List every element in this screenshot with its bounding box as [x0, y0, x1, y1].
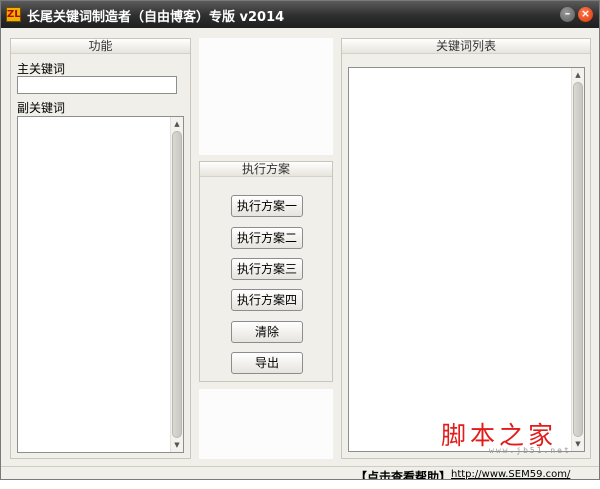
function-panel-header: 功能: [11, 39, 190, 54]
middle-top-blank: [199, 38, 333, 155]
website-link[interactable]: http://www.SEM59.com/: [451, 469, 570, 479]
sub-keyword-scrollbar[interactable]: ▲ ▼: [170, 117, 183, 452]
scroll-down-icon[interactable]: ▼: [572, 438, 584, 450]
watermark-logo: 脚本之家 www.jb51.net: [441, 422, 571, 456]
scroll-thumb[interactable]: [573, 82, 583, 437]
scheme-one-button[interactable]: 执行方案一: [231, 195, 303, 217]
keyword-list-textarea[interactable]: ▲ ▼: [348, 67, 585, 452]
watermark-url: www.jb51.net: [489, 446, 571, 455]
main-keyword-input[interactable]: [17, 76, 177, 94]
close-button[interactable]: ×: [578, 7, 593, 22]
scheme-panel-header: 执行方案: [200, 162, 332, 177]
scroll-thumb[interactable]: [172, 131, 182, 438]
main-keyword-label: 主关键词: [17, 62, 66, 76]
scroll-up-icon[interactable]: ▲: [171, 118, 183, 130]
window-title: 长尾关键词制造者（自由博客）专版 v2014: [27, 10, 285, 25]
sub-keyword-label: 副关键词: [17, 101, 66, 115]
clear-button[interactable]: 清除: [231, 321, 303, 343]
keyword-list-scrollbar[interactable]: ▲ ▼: [571, 68, 584, 451]
scroll-up-icon[interactable]: ▲: [572, 69, 584, 81]
minimize-icon: –: [564, 7, 571, 20]
title-bar[interactable]: ZL 长尾关键词制造者（自由博客）专版 v2014 – ×: [1, 1, 599, 28]
close-icon: ×: [580, 7, 591, 20]
export-button[interactable]: 导出: [231, 352, 303, 374]
scheme-three-button[interactable]: 执行方案三: [231, 258, 303, 280]
minimize-button[interactable]: –: [560, 7, 575, 22]
middle-bottom-blank: [199, 389, 333, 459]
keyword-list-header: 关键词列表: [342, 39, 590, 54]
keyword-list-panel: 关键词列表 ▲ ▼: [341, 38, 591, 459]
help-link[interactable]: 【点击查看帮助】: [355, 468, 451, 479]
scroll-down-icon[interactable]: ▼: [171, 439, 183, 451]
app-window: ZL 长尾关键词制造者（自由博客）专版 v2014 – × 功能 主关键词 副关…: [0, 0, 600, 480]
sub-keyword-textarea[interactable]: ▲ ▼: [17, 116, 184, 453]
scheme-four-button[interactable]: 执行方案四: [231, 289, 303, 311]
scheme-two-button[interactable]: 执行方案二: [231, 227, 303, 249]
function-panel: 功能 主关键词 副关键词 ▲ ▼: [10, 38, 191, 459]
app-logo-icon: ZL: [6, 7, 21, 22]
